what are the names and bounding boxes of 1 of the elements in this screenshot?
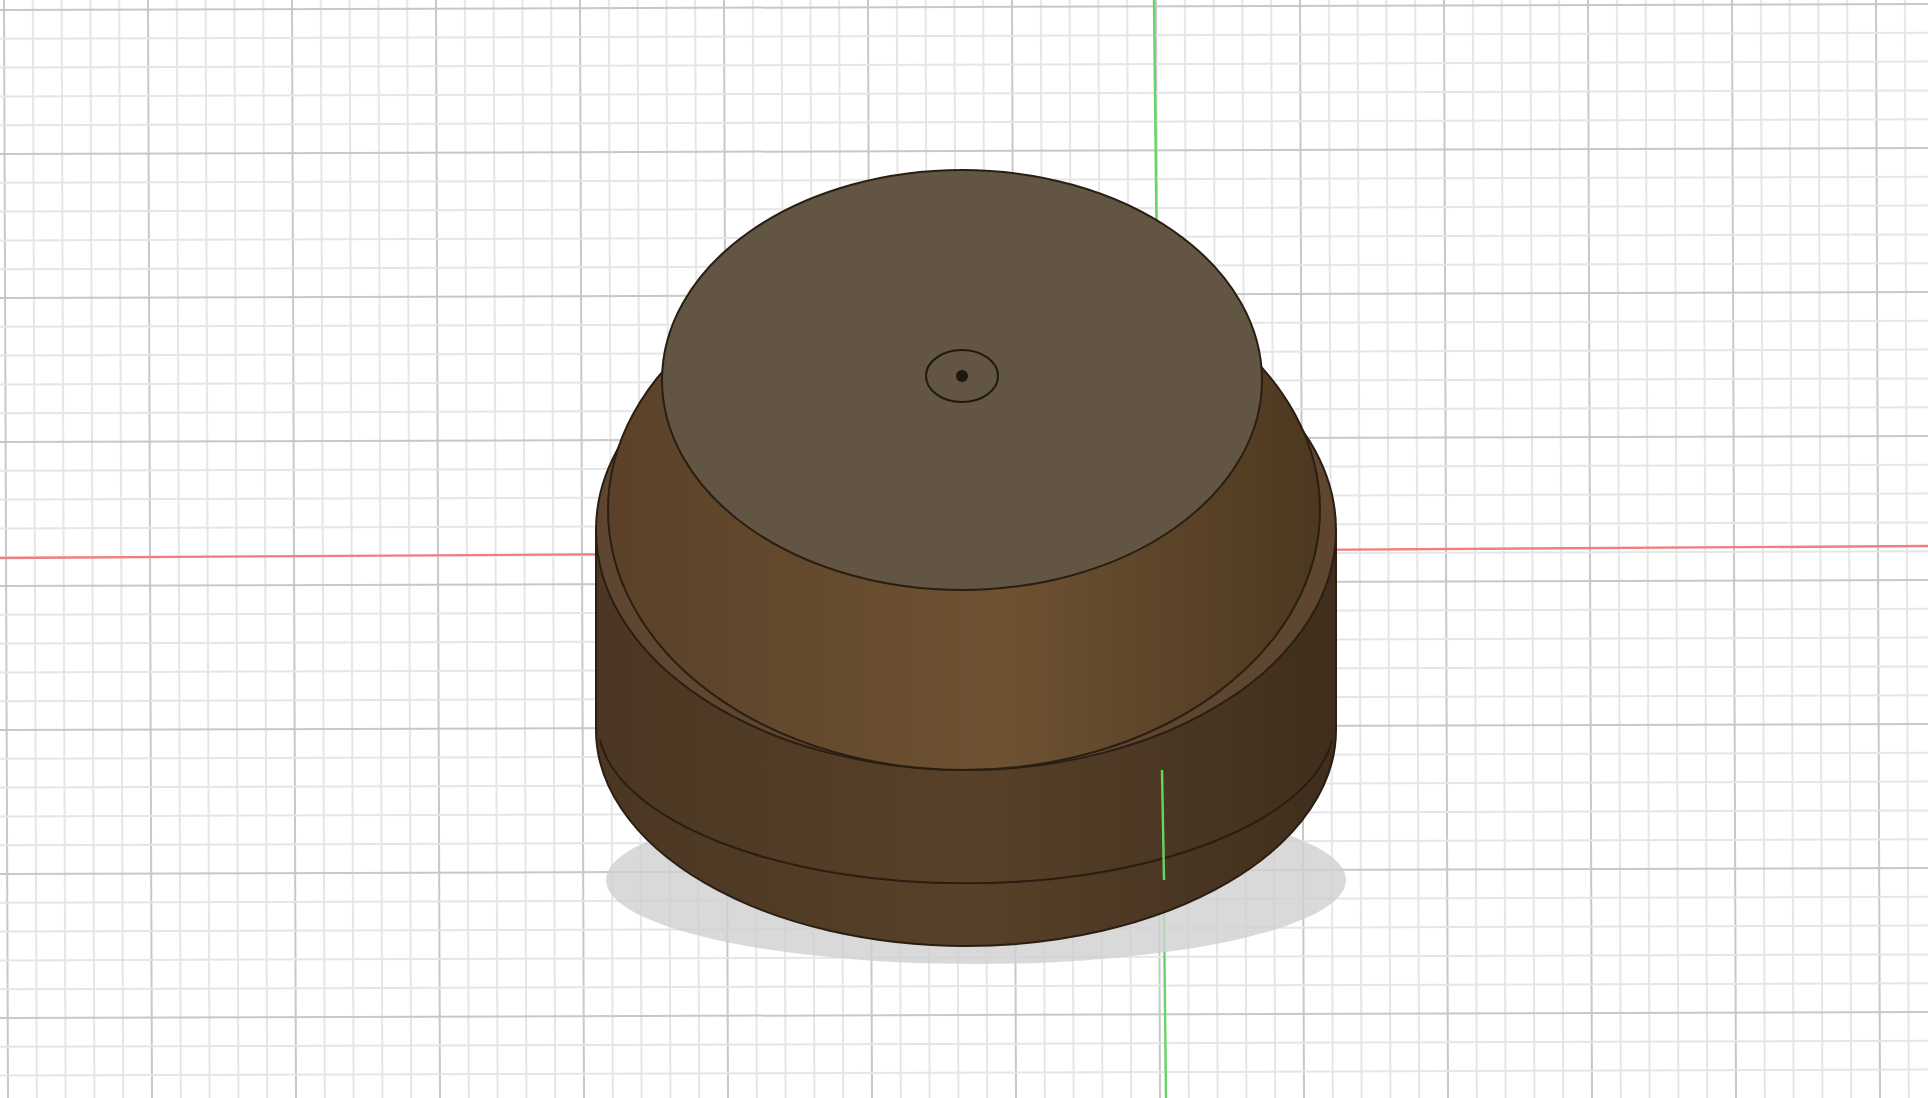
y-axis-line [1160, 769, 1166, 881]
